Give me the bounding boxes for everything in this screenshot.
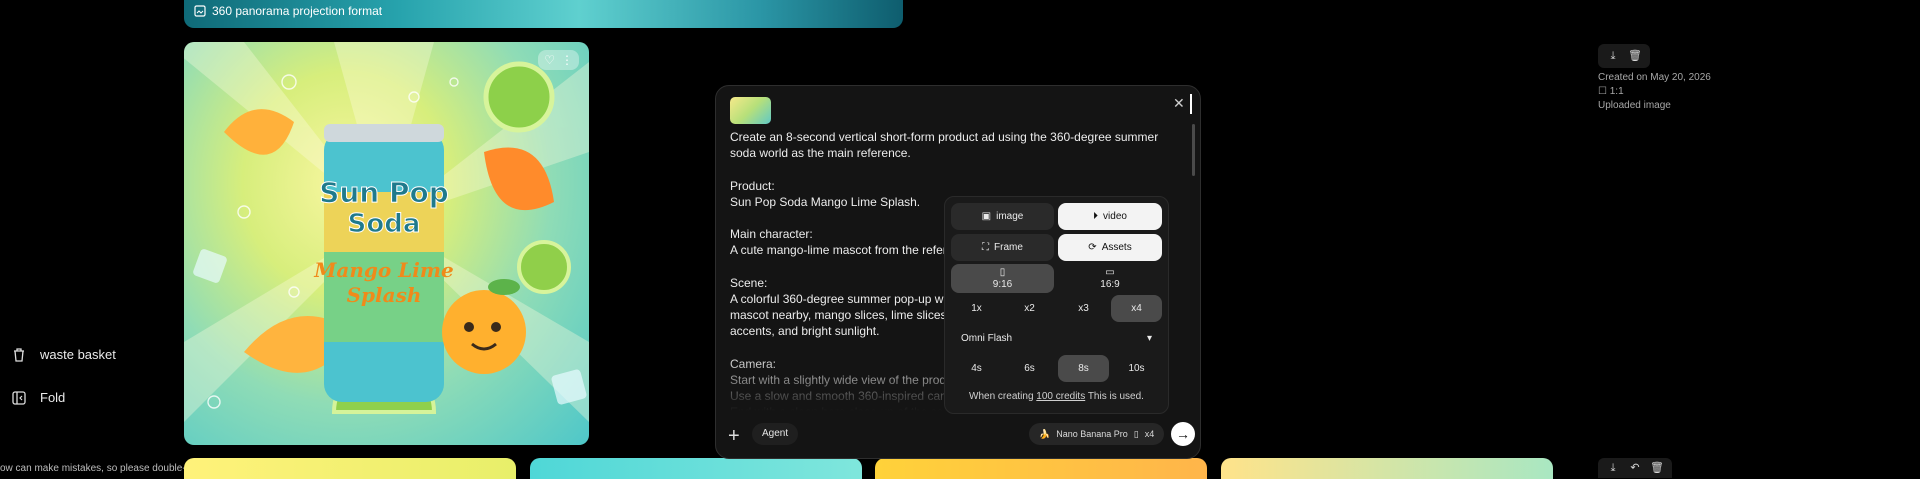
assets-label: Assets xyxy=(1101,242,1132,253)
duration-10s-button[interactable]: 10s xyxy=(1111,355,1162,382)
download-icon[interactable]: ⤓ xyxy=(1604,48,1622,64)
text-cursor xyxy=(1190,94,1192,114)
landscape-ratio-icon: ▭ xyxy=(1105,267,1115,278)
aspect-ratio-row: ☐ 1:1 xyxy=(1598,85,1711,99)
undo-icon[interactable]: ↶ xyxy=(1626,460,1644,476)
gallery-thumbnail[interactable] xyxy=(530,458,862,479)
credits-note: When creating 100 credits This is used. xyxy=(945,391,1168,402)
trash-icon[interactable]: 🗑 xyxy=(1648,460,1666,476)
source-label: Uploaded image xyxy=(1598,100,1671,111)
product-image-card[interactable]: Sun Pop Soda Mango Lime Splash ♡ ⋮ xyxy=(184,42,589,445)
trash-icon[interactable]: 🗑 xyxy=(1626,48,1644,64)
prompt-scrollbar[interactable] xyxy=(1192,124,1195,176)
square-ratio-icon: ☐ xyxy=(1598,86,1607,97)
created-date: Created on May 20, 2026 xyxy=(1598,72,1711,83)
ratio-16-9-button[interactable]: ▭ 16:9 xyxy=(1058,264,1162,293)
sidebar-collapse-icon xyxy=(12,390,26,405)
credits-suffix: This is used. xyxy=(1087,391,1144,402)
gallery-thumbnail[interactable] xyxy=(875,458,1207,479)
banner-label: 360 panorama projection format xyxy=(194,4,382,18)
play-circle-icon: ⏵ xyxy=(1093,211,1099,222)
model-dropdown[interactable]: Omni Flash ▾ xyxy=(951,325,1162,352)
ratio-portrait-label: 9:16 xyxy=(992,279,1013,290)
aspect-ratio-value: 1:1 xyxy=(1609,86,1624,97)
mode-image-label: image xyxy=(996,211,1024,222)
multiplier-x3-button[interactable]: x3 xyxy=(1058,295,1109,322)
model-dropdown-label: Omni Flash xyxy=(961,333,1013,344)
close-icon[interactable]: ✕ xyxy=(1173,95,1185,112)
portrait-ratio-icon: ▯ xyxy=(1133,429,1139,439)
panorama-image-banner[interactable]: 360 panorama projection format xyxy=(184,0,903,28)
send-button[interactable]: → xyxy=(1171,422,1195,446)
frame-button[interactable]: ⛶ Frame xyxy=(951,234,1054,261)
sidebar-item-waste-basket[interactable]: waste basket xyxy=(12,347,116,362)
sidebar-item-label: Fold xyxy=(40,390,66,405)
ratio-9-16-button[interactable]: ▯ 9:16 xyxy=(951,264,1054,293)
banner-text: 360 panorama projection format xyxy=(212,4,383,18)
gallery-thumbnail[interactable] xyxy=(184,458,516,479)
model-chip-count: x4 xyxy=(1144,429,1155,439)
assets-icon: ⟳ xyxy=(1088,242,1097,253)
mode-video-label: video xyxy=(1103,211,1127,222)
frame-label: Frame xyxy=(994,242,1023,253)
multiplier-x4-button[interactable]: x4 xyxy=(1111,295,1162,322)
heart-icon[interactable]: ♡ xyxy=(544,53,555,67)
trash-icon xyxy=(14,348,24,362)
model-chip-label: Nano Banana Pro xyxy=(1056,429,1128,439)
frame-icon: ⛶ xyxy=(982,242,990,253)
reference-image-thumbnail[interactable] xyxy=(730,97,771,124)
assets-button[interactable]: ⟳ Assets xyxy=(1058,234,1162,261)
gallery-thumbnail[interactable] xyxy=(1221,458,1553,479)
download-icon[interactable]: ⤓ xyxy=(1604,460,1622,476)
caret-down-icon: ▾ xyxy=(1146,333,1152,344)
add-attachment-button[interactable]: + xyxy=(728,425,740,448)
generation-settings-popover: ▣ image ⏵ video ⛶ Frame ⟳ Assets ▯ 9:16 ▭ 16:9… xyxy=(944,196,1169,414)
more-vertical-icon[interactable]: ⋮ xyxy=(561,53,573,67)
sidebar-item-label: waste basket xyxy=(40,347,116,362)
can-title-line2: Soda xyxy=(348,209,421,239)
mode-video-button[interactable]: ⏵ video xyxy=(1058,203,1162,230)
can-subtitle-line2: Splash xyxy=(347,283,422,307)
mode-image-button[interactable]: ▣ image xyxy=(951,203,1054,230)
credits-prefix: When creating xyxy=(969,391,1034,402)
agent-button[interactable]: Agent xyxy=(752,423,799,445)
duration-4s-button[interactable]: 4s xyxy=(951,355,1002,382)
multiplier-x2-button[interactable]: x2 xyxy=(1004,295,1055,322)
asset-metadata: Created on May 20, 2026 ☐ 1:1 Uploaded i… xyxy=(1598,71,1711,113)
multiplier-1x-button[interactable]: 1x xyxy=(951,295,1002,322)
can-title-line1: Sun Pop xyxy=(319,176,449,209)
portrait-ratio-icon: ▯ xyxy=(999,267,1006,278)
asset-actions-top: ⤓ 🗑 xyxy=(1598,44,1650,68)
ratio-landscape-label: 16:9 xyxy=(1100,279,1120,290)
model-selector-chip[interactable]: 🍌 Nano Banana Pro ▯ x4 xyxy=(1029,423,1165,445)
sidebar-item-fold[interactable]: Fold xyxy=(12,390,65,405)
credits-link[interactable]: 100 credits xyxy=(1036,391,1085,402)
image-icon xyxy=(194,5,206,17)
image-icon: ▣ xyxy=(981,211,992,222)
image-actions: ♡ ⋮ xyxy=(538,50,579,70)
product-artwork: Sun Pop Soda Mango Lime Splash xyxy=(184,42,589,422)
disclaimer-text: ow can make mistakes, so please double-c… xyxy=(0,463,215,474)
duration-8s-button[interactable]: 8s xyxy=(1058,355,1109,382)
asset-actions-bottom: ⤓ ↶ 🗑 xyxy=(1598,458,1672,478)
duration-6s-button[interactable]: 6s xyxy=(1004,355,1055,382)
banana-icon: 🍌 xyxy=(1039,429,1051,439)
can-subtitle-line1: Mango Lime xyxy=(313,258,453,282)
